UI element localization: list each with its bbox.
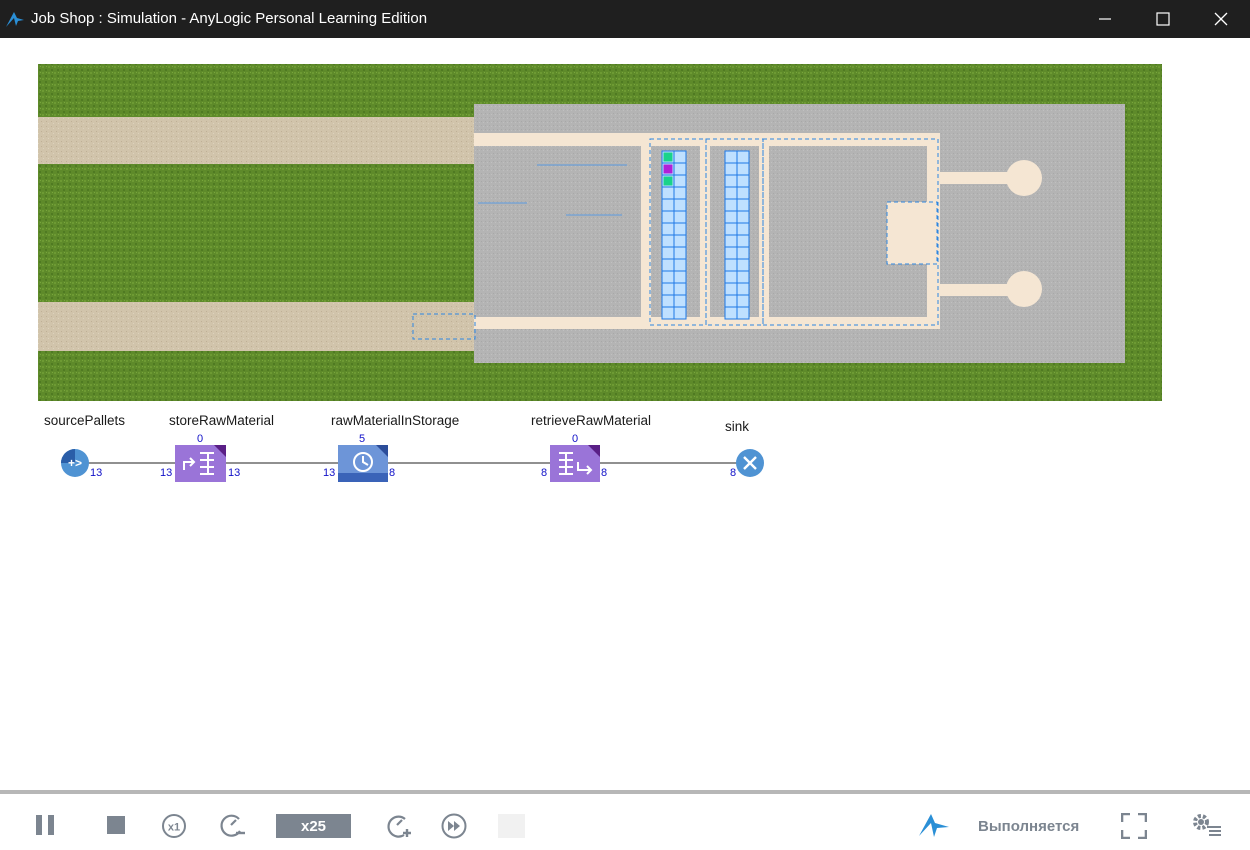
- top-count: 0: [572, 433, 578, 445]
- in-count: 8: [541, 467, 547, 479]
- dock-area: [887, 202, 937, 264]
- in-count: 8: [730, 467, 736, 479]
- node-upper: [1006, 160, 1042, 196]
- minimize-icon[interactable]: [1076, 0, 1134, 38]
- svg-text:x1: x1: [168, 822, 180, 834]
- anylogic-app-icon: [6, 12, 24, 27]
- pallet-item: [663, 152, 673, 162]
- path-div2: [700, 133, 710, 329]
- slow-down-icon[interactable]: [216, 810, 248, 842]
- in-count: 13: [160, 467, 172, 479]
- settings-icon[interactable]: [1188, 808, 1224, 842]
- speed-up-icon[interactable]: [382, 810, 414, 842]
- simulation-svg[interactable]: sourcePallets +> 13 storeRawMaterial 0 1…: [0, 38, 1250, 790]
- block-label: storeRawMaterial: [169, 413, 274, 428]
- fullscreen-icon[interactable]: [1118, 810, 1150, 842]
- block-label: sink: [725, 419, 749, 434]
- title-bar: Job Shop : Simulation - AnyLogic Persona…: [0, 0, 1250, 38]
- node-lower: [1006, 271, 1042, 307]
- block-label: retrieveRawMaterial: [531, 413, 651, 428]
- pause-icon[interactable]: [30, 810, 60, 840]
- retrieve-icon: [550, 445, 600, 482]
- empty-slot: [498, 814, 525, 838]
- pallet-item: [663, 164, 673, 174]
- anylogic-logo-icon: [914, 808, 954, 842]
- block-sink[interactable]: sink 8: [725, 419, 764, 479]
- block-label: rawMaterialInStorage: [331, 413, 459, 428]
- maximize-icon[interactable]: [1134, 0, 1192, 38]
- out-count: 13: [90, 467, 102, 479]
- svg-text:+>: +>: [68, 456, 82, 470]
- road-upper: [38, 117, 478, 164]
- block-sourcePallets[interactable]: sourcePallets +> 13: [44, 413, 125, 479]
- out-count: 8: [601, 467, 607, 479]
- fast-forward-icon[interactable]: [438, 810, 470, 842]
- pallet-item: [663, 176, 673, 186]
- spur-lower: [937, 284, 1017, 296]
- speed-indicator[interactable]: x25: [276, 814, 351, 838]
- close-icon[interactable]: [1192, 0, 1250, 38]
- store-icon: [175, 445, 226, 482]
- window-title: Job Shop : Simulation - AnyLogic Persona…: [31, 10, 428, 27]
- stop-icon[interactable]: [101, 810, 131, 840]
- speed-x1-icon[interactable]: x1: [158, 810, 190, 842]
- top-count: 5: [359, 433, 365, 445]
- out-count: 13: [228, 467, 240, 479]
- block-retrieveRawMaterial[interactable]: retrieveRawMaterial 0 8 8: [531, 413, 651, 482]
- road-lower: [38, 302, 478, 351]
- run-status: Выполняется: [978, 818, 1080, 835]
- out-count: 8: [389, 467, 395, 479]
- top-count: 0: [197, 433, 203, 445]
- spur-upper: [937, 172, 1017, 184]
- block-rawMaterialInStorage[interactable]: rawMaterialInStorage 5 13 8: [323, 413, 459, 482]
- process-flowchart: sourcePallets +> 13 storeRawMaterial 0 1…: [44, 413, 764, 482]
- block-storeRawMaterial[interactable]: storeRawMaterial 0 13 13: [160, 413, 274, 482]
- layout-3d-area: [38, 64, 1162, 401]
- simulation-canvas[interactable]: sourcePallets +> 13 storeRawMaterial 0 1…: [0, 38, 1250, 790]
- simulation-toolbar: x1 x25 Выполняется: [0, 790, 1250, 850]
- block-label: sourcePallets: [44, 413, 125, 428]
- in-count: 13: [323, 467, 335, 479]
- path-div3: [759, 133, 769, 329]
